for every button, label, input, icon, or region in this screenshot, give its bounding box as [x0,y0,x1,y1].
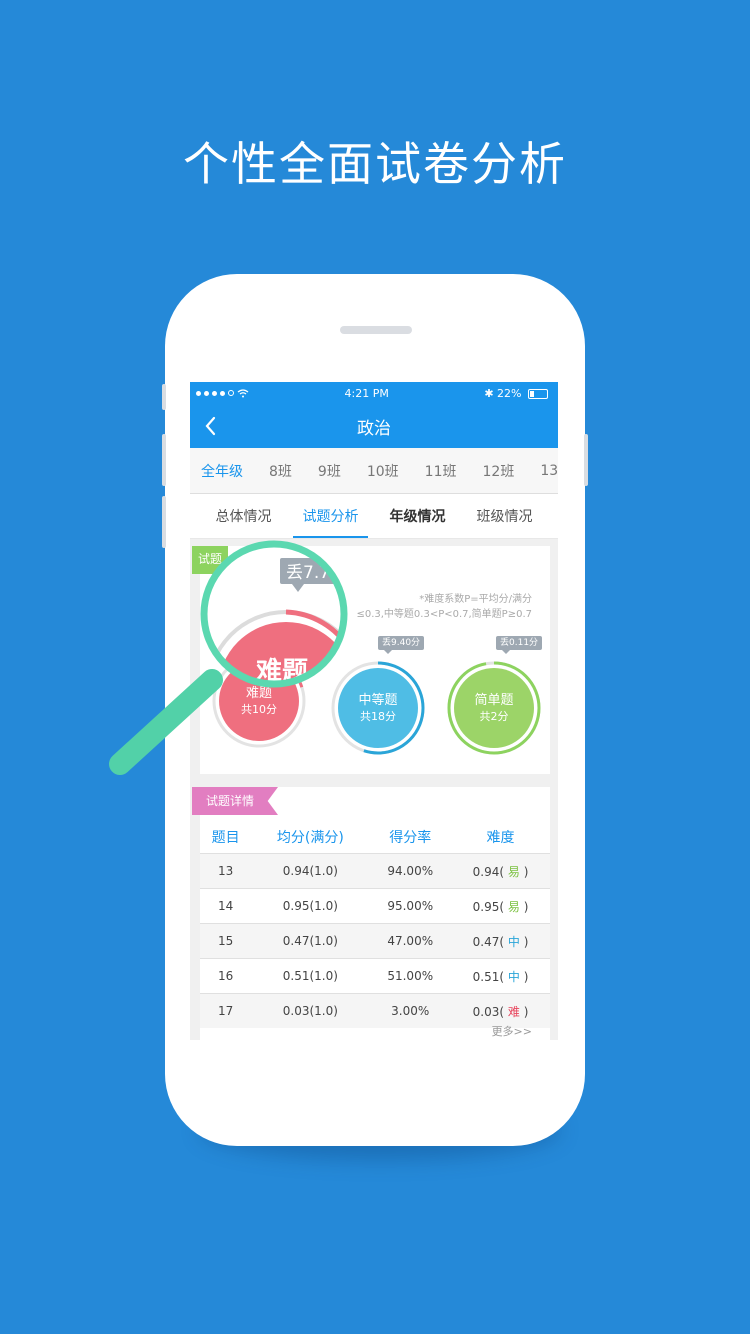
difficulty-value: 0.47( [472,934,505,949]
header-rate: 得分率 [389,830,432,846]
easy-label: 简单题 [474,693,514,708]
class-selector: 全年级 8班 9班 10班 11班 12班 13 [190,448,558,494]
rate-cell: 94.00% [369,853,452,889]
class-tab-13[interactable]: 13 [527,463,558,479]
easy-circle[interactable]: 简单题 共2分 [443,657,545,759]
question-cell: 15 [200,923,252,959]
table-row[interactable]: 16 0.51(1.0) 51.00% 0.51( 中 ) [200,958,550,994]
page-title: 政治 [357,418,391,439]
detail-header-row: 题目 均分(满分) 得分率 难度 [200,821,550,854]
magnifier-icon: 难题 丢7.7 [109,540,348,775]
difficulty-close: ) [519,864,529,879]
rate-cell: 95.00% [369,888,452,924]
difficulty-close: ) [519,969,529,984]
class-tab-10[interactable]: 10班 [354,461,412,481]
header-average: 均分(满分) [276,830,344,846]
difficulty-note-1: *难度系数P=平均分/满分 [419,594,532,605]
difficulty-cell: 0.47( 中 ) [451,923,550,959]
class-tab-12[interactable]: 12班 [470,461,528,481]
table-row[interactable]: 15 0.47(1.0) 47.00% 0.47( 中 ) [200,923,550,959]
battery-percent: 22% [497,386,522,400]
class-tab-8[interactable]: 8班 [256,461,305,481]
tab-class[interactable]: 班级情况 [461,494,548,538]
difficulty-cell: 0.51( 中 ) [451,958,550,994]
difficulty-level: 中 [507,969,520,984]
difficulty-close: ) [519,899,529,914]
rate-cell: 51.00% [369,958,452,994]
difficulty-level: 易 [507,864,520,879]
average-cell: 0.47(1.0) [251,923,370,959]
header-question: 题目 [211,830,240,846]
question-cell: 14 [200,888,252,924]
difficulty-level: 易 [507,899,520,914]
rate-cell: 47.00% [369,923,452,959]
difficulty-value: 0.94( [472,864,505,879]
average-cell: 0.51(1.0) [251,958,370,994]
difficulty-close: ) [519,934,529,949]
difficulty-level: 中 [507,934,520,949]
back-icon[interactable] [200,414,224,438]
question-cell: 13 [200,853,252,889]
header-difficulty: 难度 [486,830,515,846]
signal-icon [196,388,249,398]
status-right: ✱ 22% [484,387,548,400]
difficulty-value: 0.51( [472,969,505,984]
question-cell: 17 [200,993,252,1028]
bluetooth-icon: ✱ [484,386,494,400]
question-cell: 16 [200,958,252,994]
difficulty-cell: 0.94( 易 ) [451,853,550,889]
volume-up-button [162,434,166,486]
table-row[interactable]: 13 0.94(1.0) 94.00% 0.94( 易 ) [200,853,550,889]
detail-table: 题目 均分(满分) 得分率 难度 13 0.94(1.0) 94.00% 0.94( … [200,821,550,1028]
detail-rows: 13 0.94(1.0) 94.00% 0.94( 易 ) 14 0.95(1.0) 95.… [200,853,550,1028]
difficulty-close: ) [519,1004,529,1019]
wifi-icon [237,388,249,397]
difficulty-cell: 0.95( 易 ) [451,888,550,924]
difficulty-value: 0.95( [472,899,505,914]
table-row[interactable]: 14 0.95(1.0) 95.00% 0.95( 易 ) [200,888,550,924]
status-time: 4:21 PM [344,386,389,400]
nav-bar: 政治 [190,404,558,448]
average-cell: 0.95(1.0) [251,888,370,924]
detail-card: 试题详情 题目 均分(满分) 得分率 难度 13 0.94(1.0) 94.00% 0… [192,787,550,1040]
average-cell: 0.94(1.0) [251,853,370,889]
more-link[interactable]: 更多>> [492,1023,532,1039]
speaker-grille [340,326,412,334]
power-button [584,434,588,486]
easy-loss-bubble: 丢0.11分 [496,636,543,654]
status-bar: 4:21 PM ✱ 22% [190,382,558,404]
class-tab-all[interactable]: 全年级 [190,461,256,481]
mute-switch [162,384,166,410]
rate-cell: 3.00% [369,993,452,1028]
difficulty-level: 难 [507,1004,520,1019]
easy-score: 共2分 [479,710,509,723]
difficulty-value: 0.03( [472,1004,505,1019]
magnified-view: 难题 丢7.7 [204,544,344,684]
tab-grade[interactable]: 年级情况 [374,494,461,538]
class-tab-11[interactable]: 11班 [412,461,470,481]
battery-icon [528,388,548,399]
class-tab-9[interactable]: 9班 [305,461,354,481]
average-cell: 0.03(1.0) [251,993,370,1028]
difficulty-note-2: ≤0.3,中等题0.3<P<0.7,简单题P≥0.7 [356,609,532,620]
medium-loss-bubble: 丢9.40分 [378,636,425,654]
easy-ball: 简单题 共2分 [454,668,534,748]
detail-tag: 试题详情 [192,787,278,815]
headline: 个性全面试卷分析 [183,137,567,191]
